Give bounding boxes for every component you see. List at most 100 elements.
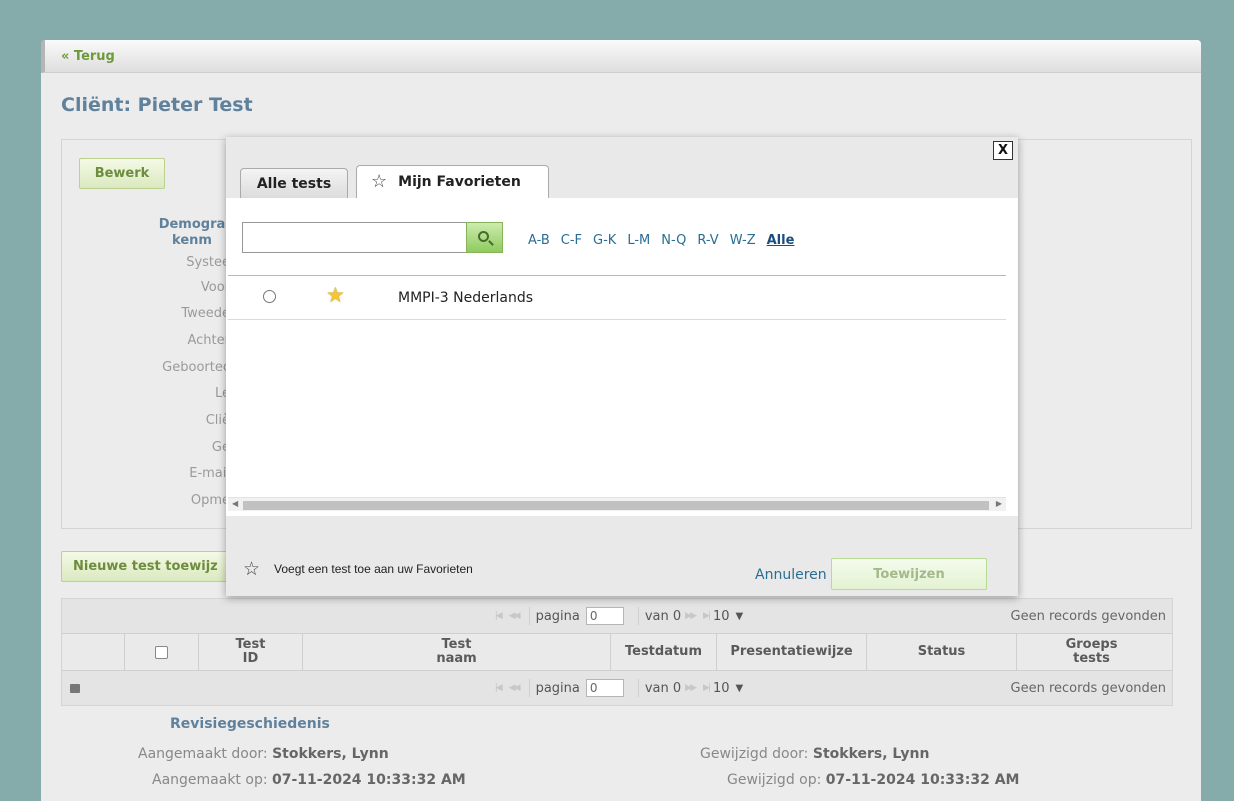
created-on-row: Aangemaakt op: 07-11-2024 10:33:32 AM <box>152 772 466 788</box>
tab-all-tests-label: Alle tests <box>256 175 332 192</box>
prev-page-icon[interactable]: ◀◀ <box>509 611 521 621</box>
field-label-notes: Opme <box>190 493 230 508</box>
scroll-left-icon[interactable]: ◀ <box>232 499 238 508</box>
test-select-dialog: X Alle tests ☆ Mijn Favorieten A-B C-F G… <box>226 137 1018 596</box>
cancel-link[interactable]: Annuleren <box>755 567 827 583</box>
search-input[interactable] <box>242 222 467 253</box>
new-test-button[interactable]: Nieuwe test toewijz <box>61 551 231 582</box>
assign-button[interactable]: Toewijzen <box>831 558 987 590</box>
list-item[interactable]: ★ MMPI-3 Nederlands <box>228 276 1006 320</box>
filter-g-k[interactable]: G-K <box>593 233 616 248</box>
top-bar: « Terug <box>41 40 1201 73</box>
modified-by-row: Gewijzigd door: Stokkers, Lynn <box>700 746 929 762</box>
grid-pager-top: |◀ ◀◀ pagina van 0 ▶▶ ▶| 10 ▼ Geen recor… <box>62 599 1172 633</box>
filter-r-v[interactable]: R-V <box>697 233 718 248</box>
next-page-icon[interactable]: ▶▶ <box>685 683 697 693</box>
pager-divider <box>528 607 530 625</box>
revision-title: Revisiegeschiedenis <box>170 716 330 732</box>
column-presentation[interactable]: Presentatiewijze <box>716 634 866 670</box>
filter-l-m[interactable]: L-M <box>627 233 650 248</box>
page-input[interactable] <box>585 607 624 625</box>
star-outline-icon: ☆ <box>243 558 261 580</box>
field-label-email: E-mail <box>189 466 230 481</box>
test-list: ★ MMPI-3 Nederlands <box>228 275 1006 320</box>
page-title: Cliënt: Pieter Test <box>61 94 253 116</box>
created-by-value: Stokkers, Lynn <box>272 746 389 762</box>
modified-on-value: 07-11-2024 10:33:32 AM <box>825 772 1020 788</box>
modified-by-value: Stokkers, Lynn <box>812 746 930 762</box>
pager-divider <box>637 607 639 625</box>
page-count: van 0 <box>644 608 682 624</box>
back-link[interactable]: « Terug <box>61 49 115 64</box>
demographics-heading-text: Demogra kenm <box>158 217 226 248</box>
created-by-label: Aangemaakt door: <box>138 746 268 762</box>
last-page-icon[interactable]: ▶| <box>703 683 711 693</box>
field-label-last-name: Achter <box>187 333 231 348</box>
demographics-heading: Demogra kenm <box>152 217 232 249</box>
grid-pager-bottom: |◀ ◀◀ pagina van 0 ▶▶ ▶| 10 ▼ Geen recor… <box>62 671 1172 705</box>
tab-favorites[interactable]: ☆ Mijn Favorieten <box>356 165 549 198</box>
modified-by-label: Gewijzigd door: <box>700 746 809 762</box>
close-icon[interactable]: X <box>993 141 1013 160</box>
test-grid: |◀ ◀◀ pagina van 0 ▶▶ ▶| 10 ▼ Geen recor… <box>61 598 1173 706</box>
created-on-label: Aangemaakt op: <box>152 772 268 788</box>
star-filled-icon[interactable]: ★ <box>326 285 345 306</box>
created-on-value: 07-11-2024 10:33:32 AM <box>272 772 466 788</box>
prev-page-icon[interactable]: ◀◀ <box>509 683 521 693</box>
test-radio[interactable] <box>263 290 276 303</box>
search-button[interactable] <box>466 222 503 253</box>
modified-on-row: Gewijzigd op: 07-11-2024 10:33:32 AM <box>727 772 1020 788</box>
edit-button[interactable]: Bewerk <box>79 158 165 189</box>
first-page-icon[interactable]: |◀ <box>495 611 503 621</box>
field-label-middle-name: Tweede <box>181 306 230 321</box>
tab-favorites-label: Mijn Favorieten <box>398 174 521 190</box>
dialog-header: X Alle tests ☆ Mijn Favorieten <box>226 137 1018 198</box>
select-all-checkbox[interactable] <box>155 645 168 659</box>
search-icon <box>477 230 489 242</box>
created-by-row: Aangemaakt door: Stokkers, Lynn <box>138 746 389 762</box>
test-name: MMPI-3 Nederlands <box>398 290 534 306</box>
page-input[interactable] <box>585 679 624 697</box>
horizontal-scrollbar[interactable]: ◀ ▶ <box>228 497 1006 511</box>
column-test-name[interactable]: Test naam <box>302 634 610 670</box>
rows-per-page-select[interactable]: 10 ▼ <box>713 609 743 624</box>
column-test-date[interactable]: Testdatum <box>610 634 716 670</box>
filter-all[interactable]: Alle <box>767 233 795 248</box>
column-status[interactable]: Status <box>866 634 1016 670</box>
field-label-birthdate: Geboortec <box>162 360 230 375</box>
rows-per-page-select[interactable]: 10 ▼ <box>713 681 743 696</box>
pager-divider <box>637 679 639 697</box>
page-count: van 0 <box>644 680 682 696</box>
rows-per-page-value: 10 <box>712 608 730 624</box>
no-records-text: Geen records gevonden <box>1010 680 1167 696</box>
next-page-icon[interactable]: ▶▶ <box>685 611 697 621</box>
grid-header-spacer <box>62 634 124 670</box>
filter-c-f[interactable]: C-F <box>561 233 582 248</box>
column-group-tests[interactable]: Groeps tests <box>1016 634 1166 670</box>
alpha-filter-bar: A-B C-F G-K L-M N-Q R-V W-Z Alle <box>528 233 794 248</box>
pager-divider <box>528 679 530 697</box>
filter-w-z[interactable]: W-Z <box>730 233 756 248</box>
tab-all-tests[interactable]: Alle tests <box>240 168 348 198</box>
page-label: pagina <box>535 608 580 624</box>
page-label: pagina <box>535 680 580 696</box>
scrollbar-thumb[interactable] <box>243 501 989 510</box>
filter-n-q[interactable]: N-Q <box>661 233 686 248</box>
favorites-hint: Voegt een test toe aan uw Favorieten <box>274 562 473 576</box>
star-outline-icon: ☆ <box>371 171 388 192</box>
no-records-text: Geen records gevonden <box>1010 608 1167 624</box>
chevron-down-icon: ▼ <box>735 682 744 694</box>
modified-on-label: Gewijzigd op: <box>727 772 822 788</box>
grid-header-select <box>124 634 198 670</box>
rows-per-page-value: 10 <box>712 680 730 696</box>
grid-options-icon[interactable] <box>70 684 80 693</box>
last-page-icon[interactable]: ▶| <box>703 611 711 621</box>
dialog-body: A-B C-F G-K L-M N-Q R-V W-Z Alle ★ MMPI-… <box>226 198 1018 516</box>
filter-a-b[interactable]: A-B <box>528 233 550 248</box>
dialog-footer: ☆ Voegt een test toe aan uw Favorieten A… <box>226 516 1018 596</box>
chevron-down-icon: ▼ <box>735 610 744 622</box>
column-test-id[interactable]: Test ID <box>198 634 302 670</box>
field-label-system: Systee <box>186 255 230 270</box>
scroll-right-icon[interactable]: ▶ <box>996 499 1002 508</box>
first-page-icon[interactable]: |◀ <box>495 683 503 693</box>
